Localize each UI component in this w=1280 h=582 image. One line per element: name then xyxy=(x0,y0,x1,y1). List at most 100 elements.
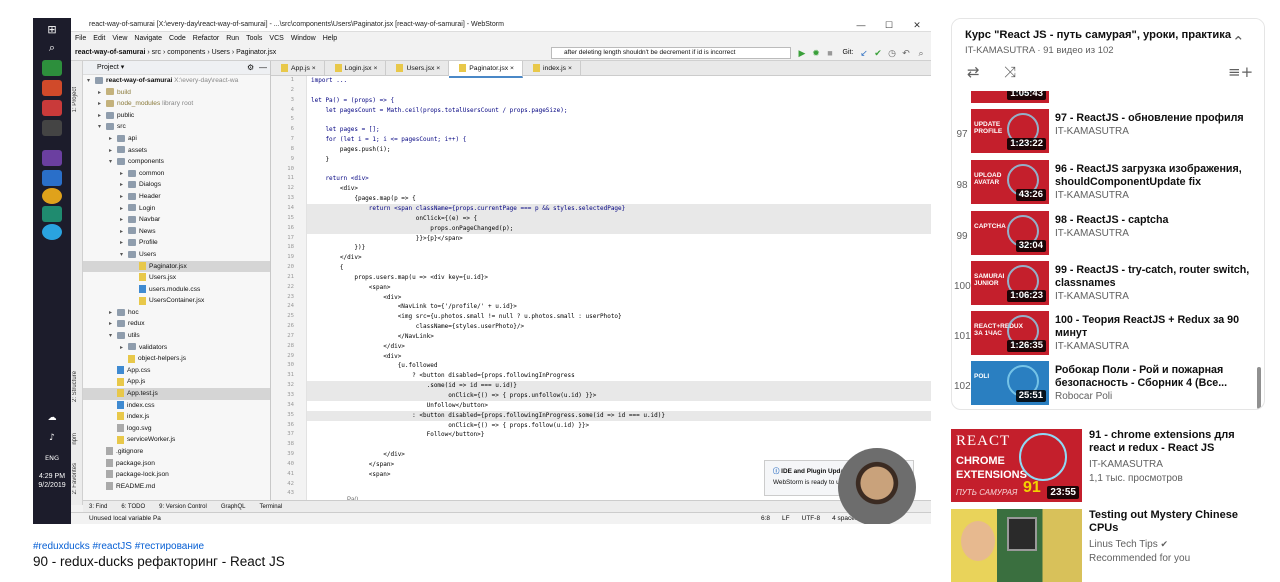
tree-item[interactable]: ▸ redux xyxy=(83,318,270,330)
loop-icon[interactable]: ⇄ xyxy=(967,63,980,81)
tree-item[interactable]: .gitignore xyxy=(83,446,270,458)
playlist-item[interactable]: 99 CAPTCHA 32:04 98 - ReactJS - captcha IT-K… xyxy=(952,211,1264,259)
chrome-icon[interactable] xyxy=(42,188,62,204)
tree-item[interactable]: ▾ Users xyxy=(83,249,270,261)
tree-item[interactable]: ▸ Dialogs xyxy=(83,179,270,191)
gear-icon[interactable]: ⚙ xyxy=(247,61,254,75)
menu-item-tools[interactable]: Tools xyxy=(246,35,262,42)
menu-item-file[interactable]: File xyxy=(75,35,86,42)
tree-item[interactable]: ▾ react-way-of-samurai X:\every-day\react… xyxy=(83,75,270,87)
code-editor[interactable]: App.js × Login.jsx × Users.jsx × Paginator.… xyxy=(271,61,931,505)
video-thumbnail[interactable]: REACT CHROME EXTENSIONS ПУТЬ САМУРАЯ 91 … xyxy=(951,429,1082,502)
visual-studio-icon[interactable] xyxy=(42,150,62,166)
maximize-icon[interactable]: ☐ xyxy=(875,18,903,32)
windows-start-icon[interactable]: ⊞ xyxy=(42,22,62,38)
breadcrumb-item[interactable]: Paginator.jsx xyxy=(236,49,276,56)
tree-item[interactable]: ▸ Header xyxy=(83,191,270,203)
tree-item[interactable]: package.json xyxy=(83,458,270,470)
editor-tab[interactable]: Login.jsx × xyxy=(325,61,387,76)
video-title[interactable]: 100 - Теория ReactJS + Redux за 90 минут xyxy=(1055,314,1255,339)
search-icon[interactable]: ⌕ xyxy=(42,40,62,56)
code-area[interactable]: import ... let Pa() = (props) => { let pa… xyxy=(307,76,931,505)
video-title[interactable]: 91 - chrome extensions для react и redux… xyxy=(1089,429,1249,455)
tree-item[interactable]: ▸ assets xyxy=(83,145,270,157)
video-thumbnail[interactable]: FAQS1:05:43 xyxy=(971,91,1049,103)
video-thumbnail[interactable]: SAMURAI JUNIOR 1:06:23 xyxy=(971,261,1049,305)
menu-item-code[interactable]: Code xyxy=(169,35,186,42)
tree-item[interactable]: serviceWorker.js xyxy=(83,434,270,446)
tree-item[interactable]: ▸ api xyxy=(83,133,270,145)
video-player[interactable]: ⊞ ⌕ ☁ ♪ ENG 4:29 PM 9/2/2019 react-way-o… xyxy=(33,18,931,524)
tree-item[interactable]: ▾ utils xyxy=(83,330,270,342)
menu-item-run[interactable]: Run xyxy=(226,35,239,42)
tree-item[interactable]: ▸ validators xyxy=(83,342,270,354)
git-update-icon[interactable]: ↙ xyxy=(859,48,869,58)
playlist-scrollbar[interactable] xyxy=(1257,367,1261,409)
video-thumbnail[interactable]: UPDATE PROFILE 1:23:22 xyxy=(971,109,1049,153)
history-icon[interactable]: ◷ xyxy=(887,48,897,58)
close-tab-icon[interactable]: × xyxy=(310,65,316,72)
tree-item[interactable]: App.test.js xyxy=(83,388,270,400)
breadcrumb-item[interactable]: Users xyxy=(212,49,230,56)
stop-icon[interactable]: ■ xyxy=(825,48,835,58)
tool-window-button[interactable]: 3: Find xyxy=(89,504,107,510)
menu-item-view[interactable]: View xyxy=(112,35,127,42)
app-icon[interactable] xyxy=(42,60,62,76)
video-thumbnail[interactable] xyxy=(951,509,1082,582)
status-item[interactable]: 6:8 xyxy=(761,515,770,522)
app-icon[interactable] xyxy=(42,170,62,186)
playlist-item[interactable]: FAQS1:05:43IT-KAMASUTRA xyxy=(952,91,1264,107)
video-title[interactable]: 96 - ReactJS загрузка изображения, shoul… xyxy=(1055,163,1255,188)
playlist-item[interactable]: 102 POLI 25:51 Робокар Поли - Рой и пожарна… xyxy=(952,361,1264,409)
menu-item-navigate[interactable]: Navigate xyxy=(134,35,162,42)
minimize-icon[interactable]: — xyxy=(847,18,875,32)
speaker-icon[interactable]: ♪ xyxy=(42,430,62,446)
channel-name[interactable]: IT-KAMASUTRA xyxy=(1055,341,1129,352)
playlist-item[interactable]: 100 SAMURAI JUNIOR 1:06:23 99 - ReactJS - t… xyxy=(952,261,1264,309)
language-indicator[interactable]: ENG xyxy=(42,450,62,466)
status-item[interactable]: LF xyxy=(782,515,790,522)
tree-item[interactable]: Paginator.jsx xyxy=(83,260,270,273)
channel-name[interactable]: IT-KAMASUTRA xyxy=(1055,190,1129,201)
breadcrumb-item[interactable]: components xyxy=(167,49,205,56)
close-icon[interactable]: ✕ xyxy=(903,18,931,32)
menu-item-help[interactable]: Help xyxy=(323,35,337,42)
video-hashtags[interactable]: #reduxducks #reactJS #тестирование xyxy=(33,541,204,552)
tree-item[interactable]: ▸ common xyxy=(83,168,270,180)
project-label[interactable]: Project xyxy=(97,64,119,71)
debug-icon[interactable]: ✹ xyxy=(811,48,821,58)
playlist-title[interactable]: Курс "React JS - путь самурая", уроки, п… xyxy=(965,29,1235,41)
tree-item[interactable]: index.js xyxy=(83,411,270,423)
menu-item-refactor[interactable]: Refactor xyxy=(193,35,219,42)
tree-item[interactable]: App.js xyxy=(83,376,270,388)
tree-item[interactable]: ▾ components xyxy=(83,156,270,168)
shuffle-icon[interactable]: ⤨ xyxy=(1004,63,1016,81)
close-tab-icon[interactable]: × xyxy=(566,65,572,72)
video-title[interactable]: Робокар Поли - Рой и пожарная безопаснос… xyxy=(1055,364,1255,389)
video-title[interactable]: Testing out Mystery Chinese CPUs xyxy=(1089,509,1249,535)
tree-item[interactable]: UsersContainer.jsx xyxy=(83,295,270,307)
recommended-video[interactable]: Testing out Mystery Chinese CPUs Linus T… xyxy=(951,509,1271,582)
tree-item[interactable]: App.css xyxy=(83,365,270,377)
clock[interactable]: 4:29 PM 9/2/2019 xyxy=(33,472,71,490)
channel-name[interactable]: IT-KAMASUTRA xyxy=(1055,126,1129,137)
app-icon[interactable] xyxy=(42,80,62,96)
tree-item[interactable]: ▸ Navbar xyxy=(83,214,270,226)
tree-item[interactable]: ▸ hoc xyxy=(83,307,270,319)
tree-item[interactable]: ▸ Profile xyxy=(83,237,270,249)
tool-window-button[interactable]: 6: TODO xyxy=(121,504,145,510)
tree-item[interactable]: logo.svg xyxy=(83,423,270,435)
app-icon[interactable] xyxy=(42,100,62,116)
tree-item[interactable]: ▸ public xyxy=(83,110,270,122)
webstorm-icon[interactable] xyxy=(42,206,62,222)
tree-item[interactable]: ▸ build xyxy=(83,87,270,99)
breadcrumb-item[interactable]: react-way-of-samurai xyxy=(75,49,145,56)
menu-item-vcs[interactable]: VCS xyxy=(269,35,283,42)
tool-window-button[interactable]: GraphQL xyxy=(221,504,246,510)
channel-name[interactable]: Robocar Poli xyxy=(1055,391,1112,402)
playlist-item[interactable]: 97 UPDATE PROFILE 1:23:22 97 - ReactJS - об… xyxy=(952,109,1264,157)
favorites-tool-tab[interactable]: 2: Favorites xyxy=(72,463,78,494)
project-tool-tab[interactable]: 1: Project xyxy=(72,87,78,112)
run-configuration-select[interactable]: after deleting length shouldn't be decre… xyxy=(551,47,791,59)
status-item[interactable]: UTF-8 xyxy=(802,515,820,522)
